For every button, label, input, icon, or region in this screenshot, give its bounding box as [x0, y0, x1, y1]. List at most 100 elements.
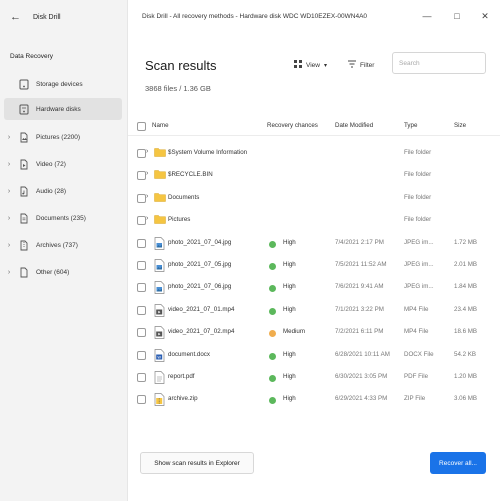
recover-all-button[interactable]: Recover all...: [430, 452, 486, 474]
recovery-chance: High: [283, 350, 296, 358]
view-button[interactable]: View ▾: [294, 58, 327, 72]
column-header-type[interactable]: Type: [404, 122, 417, 129]
file-name: Pictures: [168, 216, 191, 224]
row-checkbox[interactable]: [137, 193, 146, 203]
table-row[interactable]: archive.zip High 6/29/2021 4:33 PM ZIP File…: [128, 389, 500, 411]
column-header-size[interactable]: Size: [454, 122, 466, 129]
file-type: File folder: [404, 149, 432, 156]
recovery-chance-indicator: [269, 352, 276, 360]
chevron-right-icon[interactable]: ›: [4, 188, 14, 195]
sidebar-item-label: Documents (235): [36, 214, 86, 222]
date-modified: 6/28/2021 10:11 AM: [335, 350, 390, 358]
row-checkbox[interactable]: [137, 171, 146, 181]
file-name: photo_2021_07_05.jpg: [168, 261, 232, 268]
sidebar-item-pictures[interactable]: › Pictures (2200): [4, 126, 122, 148]
show-in-explorer-button[interactable]: Show scan results in Explorer: [140, 452, 254, 474]
date-modified: 6/29/2021 4:33 PM: [335, 395, 388, 403]
table-row[interactable]: › $System Volume Information File folder: [128, 143, 500, 165]
chevron-right-icon[interactable]: ›: [4, 134, 14, 141]
sidebar-header: ← Disk Drill: [10, 12, 61, 23]
file-name: video_2021_07_01.mp4: [168, 305, 235, 313]
table-row[interactable]: photo_2021_07_06.jpg High 7/6/2021 9:41 AM…: [128, 277, 500, 299]
sidebar-item-hardware-disk[interactable]: Hardware disks: [4, 98, 122, 120]
date-modified: 7/2/2021 6:11 PM: [335, 328, 384, 336]
column-header-name[interactable]: Name: [152, 122, 169, 129]
date-modified: 7/6/2021 9:41 AM: [335, 283, 384, 291]
folder-icon: [154, 192, 166, 205]
expand-chevron-icon[interactable]: ›: [146, 193, 148, 200]
column-header-recovery-chances[interactable]: Recovery chances: [267, 122, 318, 129]
row-checkbox[interactable]: [137, 216, 146, 226]
svg-text:W: W: [157, 355, 161, 359]
row-checkbox[interactable]: [137, 261, 146, 270]
row-checkbox[interactable]: [137, 350, 146, 360]
app-name: Disk Drill: [33, 14, 61, 21]
file-type: JPEG im...: [404, 261, 434, 268]
sidebar-item-video[interactable]: › Video (72): [4, 153, 122, 175]
row-checkbox[interactable]: [137, 149, 146, 158]
file-size: 1.20 MB: [454, 373, 478, 380]
table-row[interactable]: video_2021_07_01.mp4 High 7/1/2021 3:22 PM…: [128, 300, 500, 322]
sidebar-item-audio[interactable]: › Audio (28): [4, 180, 122, 202]
folder-icon: [154, 147, 166, 160]
page-title: Scan results: [145, 58, 217, 73]
zip-archive-icon: [154, 393, 165, 407]
recovery-chance: High: [283, 238, 296, 246]
sidebar-item-archives[interactable]: › Archives (737): [4, 234, 122, 256]
table-row[interactable]: video_2021_07_02.mp4 Medium 7/2/2021 6:11 …: [128, 322, 500, 344]
recovery-chance-indicator: [269, 375, 276, 382]
recovery-chance-indicator: [269, 397, 276, 405]
row-checkbox[interactable]: [137, 305, 146, 315]
sidebar-item-documents[interactable]: › Documents (235): [4, 207, 122, 229]
file-name: $RECYCLE.BIN: [168, 171, 213, 179]
row-checkbox[interactable]: [137, 283, 146, 293]
chevron-down-icon: ▾: [323, 62, 327, 69]
pictures-icon: [18, 131, 30, 143]
chevron-right-icon[interactable]: ›: [4, 215, 14, 222]
table-row[interactable]: report.pdf High 6/30/2021 3:05 PM PDF File 1…: [128, 367, 500, 389]
table-row[interactable]: › Documents File folder: [128, 188, 500, 210]
select-all-checkbox[interactable]: [137, 122, 146, 131]
window-title: Disk Drill - All recovery methods - Hard…: [142, 13, 368, 20]
section-label-data-recovery: Data Recovery: [10, 53, 53, 60]
expand-chevron-icon[interactable]: ›: [146, 215, 148, 222]
minimize-icon[interactable]: —: [418, 9, 436, 23]
maximize-icon[interactable]: □: [448, 9, 466, 23]
search-input[interactable]: [392, 52, 486, 74]
expand-chevron-icon[interactable]: ›: [146, 170, 148, 177]
row-checkbox[interactable]: [137, 395, 146, 405]
file-size: 1.72 MB: [454, 238, 478, 246]
table-row[interactable]: Wdocument.docx High 6/28/2021 10:11 AM DOCX…: [128, 345, 500, 367]
file-size: 3.06 MB: [454, 395, 478, 403]
sidebar-item-other[interactable]: › Other (604): [4, 261, 122, 283]
sidebar-item-label: Video (72): [36, 160, 66, 168]
filter-button[interactable]: Filter: [348, 58, 374, 72]
file-type: JPEG im...: [404, 283, 434, 291]
close-icon[interactable]: ✕: [476, 9, 494, 23]
storage-devices-icon: [18, 78, 30, 90]
table-row[interactable]: › $RECYCLE.BIN File folder: [128, 165, 500, 187]
row-checkbox[interactable]: [137, 328, 146, 338]
sidebar-item-storage-devices[interactable]: Storage devices: [4, 73, 122, 95]
chevron-right-icon[interactable]: ›: [4, 242, 14, 249]
table-row[interactable]: photo_2021_07_05.jpg High 7/5/2021 11:52 A…: [128, 255, 500, 277]
table-row[interactable]: › Pictures File folder: [128, 210, 500, 232]
grid-icon: [294, 60, 302, 70]
file-size: 2.01 MB: [454, 261, 478, 268]
row-checkbox[interactable]: [137, 238, 146, 248]
expand-chevron-icon[interactable]: ›: [146, 148, 148, 155]
folder-icon: [154, 214, 166, 227]
file-type: File folder: [404, 171, 432, 179]
file-type: DOCX File: [404, 350, 434, 358]
image-file-icon: [154, 236, 165, 250]
column-header-date-modified[interactable]: Date Modified: [335, 122, 373, 129]
chevron-right-icon[interactable]: ›: [4, 161, 14, 168]
recovery-chance: Medium: [283, 328, 306, 336]
documents-icon: [18, 212, 30, 224]
row-checkbox[interactable]: [137, 373, 146, 382]
back-arrow-icon[interactable]: ←: [10, 12, 21, 23]
chevron-right-icon[interactable]: ›: [4, 269, 14, 276]
main-panel: Disk Drill - All recovery methods - Hard…: [128, 0, 500, 501]
table-row[interactable]: photo_2021_07_04.jpg High 7/4/2021 2:17 PM…: [128, 233, 500, 255]
file-name: archive.zip: [168, 395, 198, 403]
